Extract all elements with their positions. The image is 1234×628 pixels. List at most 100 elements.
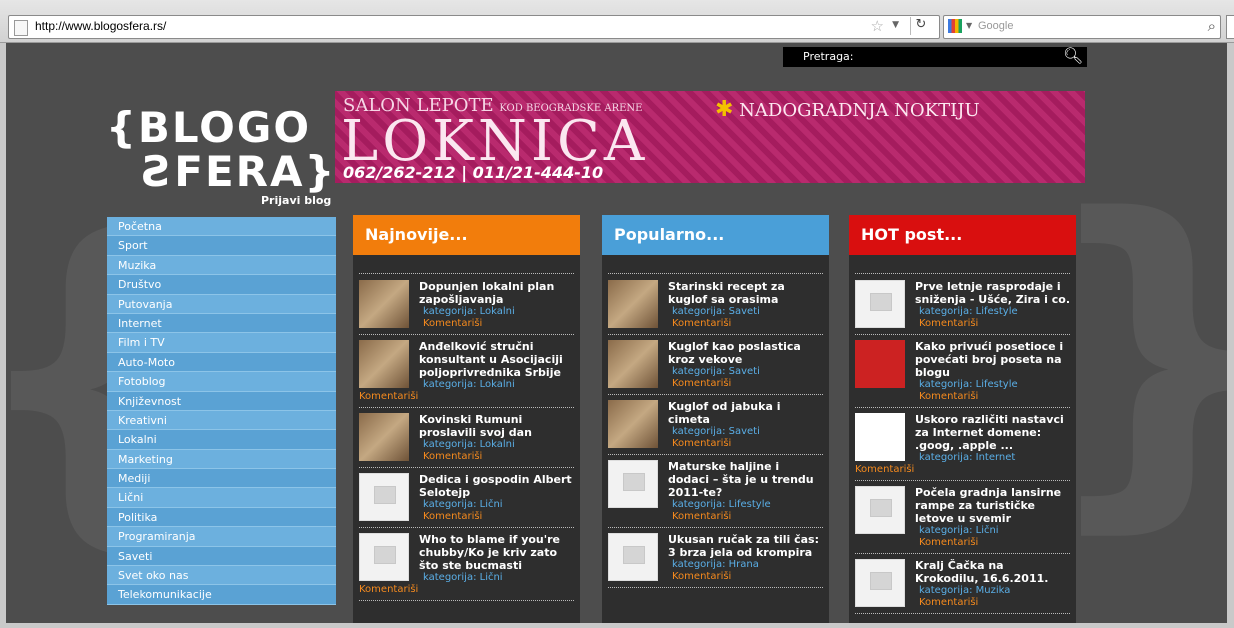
post-category[interactable]: kategorija: Lični: [419, 499, 574, 511]
post-comments-link[interactable]: Komentariši: [668, 378, 823, 390]
post-category[interactable]: kategorija: Hrana: [668, 559, 823, 571]
post-comments-link[interactable]: Komentariši: [668, 571, 823, 583]
post-thumbnail[interactable]: [855, 486, 905, 534]
post-thumbnail[interactable]: [608, 280, 658, 328]
post-title[interactable]: Kralj Čačka na Krokodilu, 16.6.2011.: [915, 559, 1070, 585]
post-thumbnail[interactable]: [359, 473, 409, 521]
post-comments-link[interactable]: Komentariši: [359, 584, 574, 596]
nav-item[interactable]: Svet oko nas: [107, 566, 336, 586]
site-search-input[interactable]: [869, 49, 1059, 65]
nav-item[interactable]: Marketing: [107, 449, 336, 470]
browser-search-box[interactable]: ▼ Google ⌕: [943, 15, 1221, 39]
post-comments-link[interactable]: Komentariši: [359, 391, 574, 403]
post-title[interactable]: Kovinski Rumuni proslavili svoj dan: [419, 413, 574, 439]
post-category[interactable]: kategorija: Saveti: [668, 366, 823, 378]
post-category[interactable]: kategorija: Lični: [915, 525, 1070, 537]
post-category[interactable]: kategorija: Lokalni: [419, 379, 574, 391]
post-title[interactable]: Dedica i gospodin Albert Selotejp: [419, 473, 574, 499]
post-title[interactable]: Who to blame if you're chubby/Ko je kriv…: [419, 533, 574, 572]
search-engine-dropdown-icon[interactable]: ▼: [966, 21, 972, 30]
site-logo[interactable]: {BLOGO ƧFERA}: [106, 103, 334, 196]
post-thumbnail[interactable]: [608, 400, 658, 448]
post-comments-link[interactable]: Komentariši: [419, 451, 574, 463]
post-body: Starinski recept za kuglof sa orasima kat…: [668, 280, 823, 330]
post-thumbnail[interactable]: [608, 340, 658, 388]
post-thumbnail[interactable]: [359, 340, 409, 388]
post-thumbnail[interactable]: [855, 559, 905, 607]
post-title[interactable]: Počela gradnja lansirne rampe za turisti…: [915, 486, 1070, 525]
post-thumbnail[interactable]: [359, 533, 409, 581]
post-thumbnail[interactable]: [855, 413, 905, 461]
post-thumbnail[interactable]: [855, 280, 905, 328]
post-category[interactable]: kategorija: Lifestyle: [915, 379, 1070, 391]
toolbar-edge-button[interactable]: [1226, 15, 1234, 39]
nav-item[interactable]: Fotoblog: [107, 372, 336, 392]
nav-item[interactable]: Muzika: [107, 255, 336, 276]
address-bar[interactable]: http://www.blogosfera.rs/ ☆ ▼ ↻: [8, 15, 940, 39]
post-category[interactable]: kategorija: Lifestyle: [668, 499, 823, 511]
post-comments-link[interactable]: Komentariši: [668, 438, 823, 450]
google-icon[interactable]: [948, 19, 962, 33]
nav-item[interactable]: Auto-Moto: [107, 352, 336, 373]
nav-item[interactable]: Putovanja: [107, 294, 336, 314]
post-category[interactable]: kategorija: Muzika: [915, 585, 1070, 597]
post-comments-link[interactable]: Komentariši: [419, 318, 574, 330]
nav-item[interactable]: Kreativni: [107, 410, 336, 431]
post-title[interactable]: Maturske haljine i dodaci – šta je u tre…: [668, 460, 823, 499]
post-comments-link[interactable]: Komentariši: [915, 597, 1070, 609]
nav-item[interactable]: Književnost: [107, 391, 336, 411]
post-title[interactable]: Dopunjen lokalni plan zapošljavanja: [419, 280, 574, 306]
history-dropdown-icon[interactable]: ▼: [892, 20, 899, 30]
post-comments-link[interactable]: Komentariši: [855, 464, 1070, 476]
nav-item[interactable]: Mediji: [107, 469, 336, 489]
reload-icon[interactable]: ↻: [910, 17, 931, 35]
login-link[interactable]: Prijavi blog: [261, 194, 331, 207]
post-thumbnail[interactable]: [359, 413, 409, 461]
address-url[interactable]: http://www.blogosfera.rs/: [35, 19, 166, 33]
post-category[interactable]: kategorija: Saveti: [668, 306, 823, 318]
post-comments-link[interactable]: Komentariši: [668, 318, 823, 330]
bookmark-star-icon[interactable]: ☆: [871, 17, 884, 35]
ad-banner[interactable]: SALON LEPOTE KOD BEOGRADSKE ARENE LOKNIC…: [335, 91, 1085, 183]
column-najnovije: Najnovije... Dopunjen lokalni plan zapoš…: [353, 215, 580, 623]
nav-item[interactable]: Film i TV: [107, 333, 336, 353]
post-title[interactable]: Kuglof od jabuka i cimeta: [668, 400, 823, 426]
nav-item[interactable]: Lični: [107, 488, 336, 508]
post-title[interactable]: Kako privući posetioce i povećati broj p…: [915, 340, 1070, 379]
post-thumbnail[interactable]: [359, 280, 409, 328]
post-title[interactable]: Uskoro različiti nastavci za Internet do…: [915, 413, 1070, 452]
nav-item[interactable]: Internet: [107, 313, 336, 334]
nav-item[interactable]: Politika: [107, 507, 336, 528]
post-thumbnail[interactable]: [608, 533, 658, 581]
post-title[interactable]: Ukusan ručak za tili čas: 3 brza jela od…: [668, 533, 823, 559]
nav-item[interactable]: Početna: [107, 217, 336, 237]
browser-search-placeholder[interactable]: Google: [978, 20, 1013, 32]
post-title[interactable]: Prve letnje rasprodaje i sniženja - Ušće…: [915, 280, 1070, 306]
post-category[interactable]: kategorija: Lokalni: [419, 306, 574, 318]
post-title[interactable]: Anđelković stručni konsultant u Asocijac…: [419, 340, 574, 379]
nav-item[interactable]: Saveti: [107, 546, 336, 567]
post-category[interactable]: kategorija: Internet: [915, 452, 1070, 464]
nav-item[interactable]: Telekomunikacije: [107, 585, 336, 605]
nav-item[interactable]: Društvo: [107, 275, 336, 295]
post-category[interactable]: kategorija: Lični: [419, 572, 574, 584]
nav-item[interactable]: Programiranja: [107, 527, 336, 547]
search-icon[interactable]: 🔍︎: [1063, 47, 1083, 67]
post-list-hot: Prve letnje rasprodaje i sniženja - Ušće…: [849, 275, 1076, 614]
post-comments-link[interactable]: Komentariši: [419, 511, 574, 523]
nav-item[interactable]: Sport: [107, 236, 336, 256]
search-icon[interactable]: ⌕: [1208, 17, 1216, 35]
post-comments-link[interactable]: Komentariši: [915, 391, 1070, 403]
post-category[interactable]: kategorija: Saveti: [668, 426, 823, 438]
post-category[interactable]: kategorija: Lifestyle: [915, 306, 1070, 318]
nav-item[interactable]: Lokalni: [107, 430, 336, 450]
post-title[interactable]: Starinski recept za kuglof sa orasima: [668, 280, 823, 306]
post-comments-link[interactable]: Komentariši: [915, 318, 1070, 330]
column-header-najnovije: Najnovije...: [353, 215, 580, 255]
post-category[interactable]: kategorija: Lokalni: [419, 439, 574, 451]
post-comments-link[interactable]: Komentariši: [668, 511, 823, 523]
post-thumbnail[interactable]: [608, 460, 658, 508]
post-title[interactable]: Kuglof kao poslastica kroz vekove: [668, 340, 823, 366]
post-comments-link[interactable]: Komentariši: [915, 537, 1070, 549]
post-thumbnail[interactable]: [855, 340, 905, 388]
